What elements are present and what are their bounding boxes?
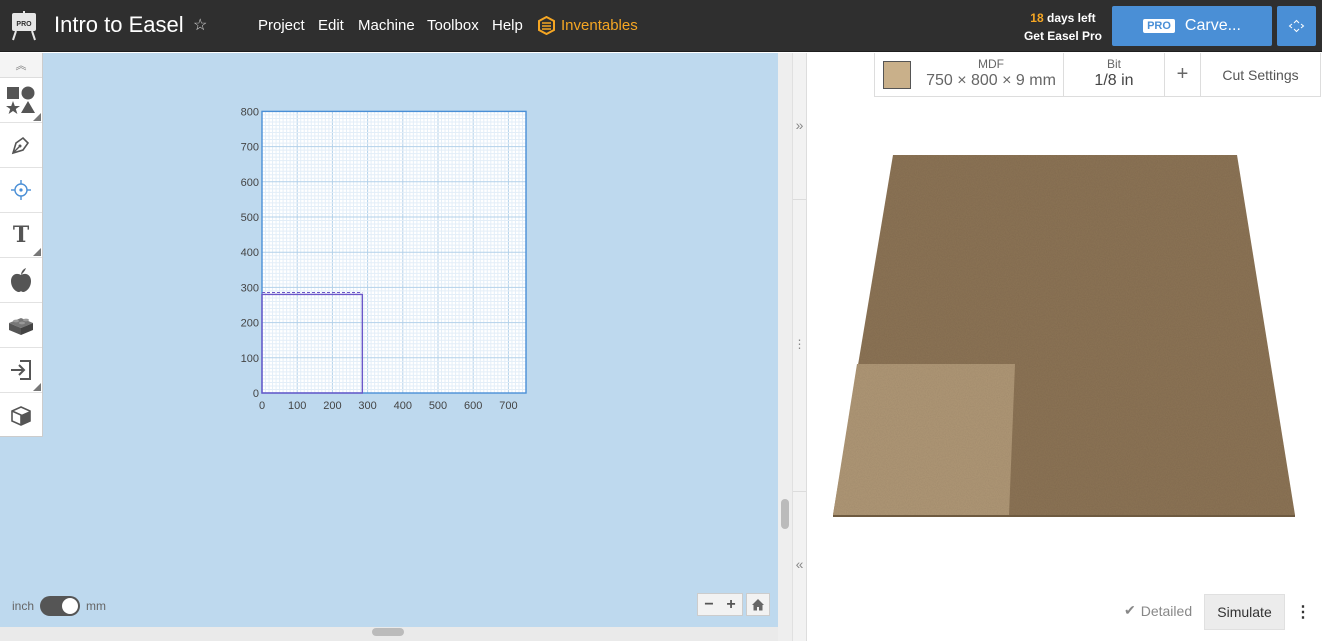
zoom-in-button[interactable]: + <box>726 596 735 614</box>
inventables-link[interactable]: Inventables <box>538 14 638 36</box>
y-tick-label: 500 <box>241 212 259 224</box>
carved-region <box>833 364 1015 515</box>
trial-suffix: days left <box>1043 11 1096 25</box>
x-tick-label: 600 <box>464 400 482 412</box>
detailed-toggle[interactable]: ✔ Detailed <box>1124 602 1192 619</box>
y-tick-label: 600 <box>241 177 259 189</box>
logo-badge: PRO <box>16 21 32 28</box>
text-tool[interactable]: T <box>0 213 42 258</box>
more-options-button[interactable]: ⋮ <box>1290 594 1316 630</box>
material-dimensions: 750 × 800 × 9 mm <box>926 72 1056 89</box>
expand-left-icon[interactable]: « <box>793 556 806 572</box>
y-tick-label: 400 <box>241 247 259 259</box>
x-tick-label: 0 <box>259 400 265 412</box>
menu-project[interactable]: Project <box>258 17 305 34</box>
add-bit-button[interactable]: + <box>1165 53 1201 96</box>
x-tick-label: 200 <box>323 400 341 412</box>
y-tick-label: 0 <box>253 388 259 400</box>
horizontal-scrollbar[interactable] <box>0 627 778 641</box>
favorite-star-icon[interactable]: ☆ <box>193 15 207 35</box>
text-icon: T <box>12 222 30 248</box>
bit-value: 1/8 in <box>1094 72 1134 89</box>
point-tool[interactable] <box>0 168 42 213</box>
collapse-toolbar-icon[interactable]: ︽ <box>0 53 42 78</box>
expand-right-icon[interactable]: » <box>793 117 806 133</box>
zoom-out-button[interactable]: − <box>704 596 713 614</box>
x-tick-label: 700 <box>499 400 517 412</box>
3d-board-preview[interactable] <box>833 153 1303 533</box>
target-icon <box>11 180 31 200</box>
x-tick-label: 500 <box>429 400 447 412</box>
detailed-label: Detailed <box>1140 602 1193 619</box>
bit-selector[interactable]: Bit 1/8 in <box>1064 53 1165 96</box>
x-tick-label: 300 <box>358 400 376 412</box>
drag-handle-icon[interactable]: ⋮ <box>793 337 806 351</box>
design-grid[interactable]: 0 100 200 300 400 500 600 700 0 100 200 300 400 500 60… <box>226 104 546 424</box>
apple-icon <box>11 268 31 292</box>
panel-splitter[interactable]: » ⋮ « <box>792 53 807 641</box>
simulate-button[interactable]: Simulate <box>1204 594 1285 630</box>
units-toggle[interactable] <box>40 596 81 616</box>
unit-inch-label: inch <box>12 599 35 613</box>
material-name: MDF <box>978 57 1004 71</box>
home-icon <box>752 598 764 610</box>
pen-icon <box>11 136 30 155</box>
units-toggle-group: inch mm <box>12 596 106 616</box>
y-tick-label: 100 <box>241 353 259 365</box>
3d-view-tool[interactable] <box>0 393 42 438</box>
material-selector[interactable]: MDF 750 × 800 × 9 mm <box>919 53 1064 96</box>
unit-mm-label: mm <box>86 599 107 613</box>
shapes-icon <box>6 86 35 114</box>
trial-cta: Get Easel Pro <box>1023 29 1103 43</box>
expand-arrows-icon <box>1288 19 1305 33</box>
brick-icon <box>9 318 33 335</box>
menu-toolbox[interactable]: Toolbox <box>427 17 479 34</box>
inventables-hex-icon <box>538 15 555 35</box>
menu-machine[interactable]: Machine <box>358 17 415 34</box>
carve-button[interactable]: PRO Carve... <box>1112 6 1272 46</box>
checkmark-icon: ✔ <box>1124 602 1136 618</box>
icon-library-tool[interactable] <box>0 258 42 303</box>
bit-label: Bit <box>1106 57 1121 71</box>
preview-panel: MDF 750 × 800 × 9 mm Bit 1/8 in + Cut Se… <box>807 53 1322 641</box>
top-bar: PRO Intro to Easel ☆ Project Edit Machin… <box>0 0 1322 52</box>
zoom-controls: − + <box>697 593 743 616</box>
cube-icon <box>11 405 31 426</box>
easel-pro-logo[interactable]: PRO <box>10 11 38 41</box>
cut-settings-button[interactable]: Cut Settings <box>1201 53 1320 96</box>
import-icon <box>11 360 31 380</box>
y-tick-label: 300 <box>241 282 259 294</box>
import-tool[interactable] <box>0 348 42 393</box>
material-swatch <box>883 60 911 89</box>
menu-help[interactable]: Help <box>492 17 523 34</box>
material-swatch-button[interactable] <box>875 53 919 96</box>
pen-tool[interactable] <box>0 123 42 168</box>
expand-view-button[interactable] <box>1277 6 1316 46</box>
inventables-label: Inventables <box>561 16 638 34</box>
y-tick-label: 700 <box>241 142 259 154</box>
tool-palette: ︽ T <box>0 53 43 437</box>
y-tick-label: 800 <box>241 106 259 118</box>
x-tick-label: 400 <box>394 400 412 412</box>
carve-pro-badge: PRO <box>1143 19 1175 33</box>
apps-tool[interactable] <box>0 303 42 348</box>
shapes-tool[interactable] <box>0 78 42 123</box>
trial-days: 18 <box>1030 11 1044 25</box>
project-title[interactable]: Intro to Easel <box>54 12 184 38</box>
menu-edit[interactable]: Edit <box>318 17 344 34</box>
zoom-home-button[interactable] <box>746 593 770 616</box>
vertical-scrollbar[interactable] <box>778 53 792 641</box>
material-bar: MDF 750 × 800 × 9 mm Bit 1/8 in + Cut Se… <box>874 53 1321 97</box>
trial-notice[interactable]: 18 days left Get Easel Pro <box>1018 9 1108 45</box>
carve-label: Carve... <box>1184 17 1241 34</box>
x-tick-label: 100 <box>288 400 306 412</box>
y-tick-label: 200 <box>241 318 259 330</box>
